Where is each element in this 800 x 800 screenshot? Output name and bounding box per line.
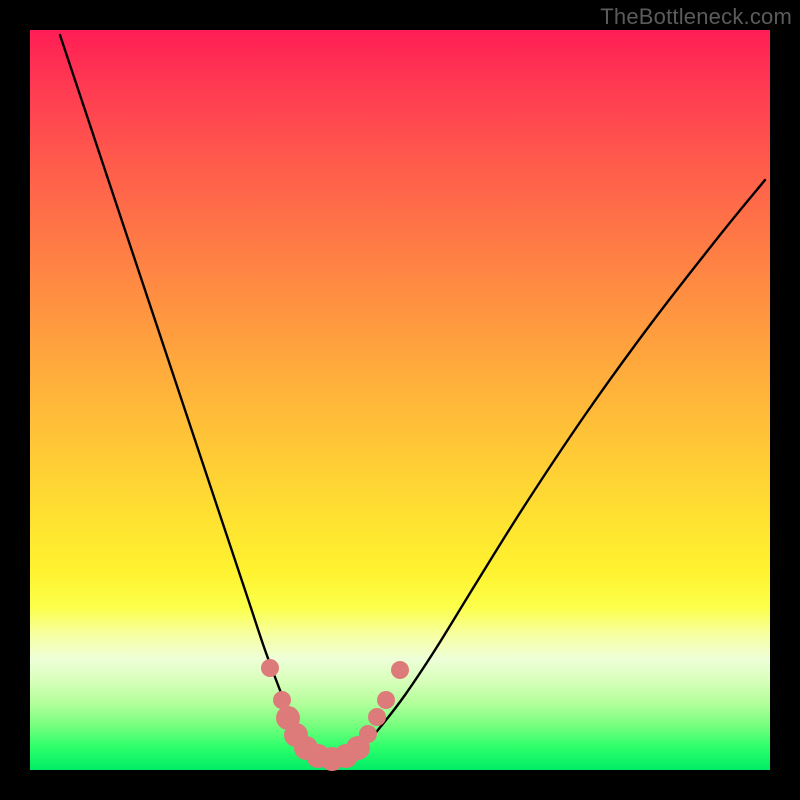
curve-markers <box>261 659 409 771</box>
curve-marker <box>391 661 409 679</box>
chart-frame: TheBottleneck.com <box>0 0 800 800</box>
curve-marker <box>368 708 386 726</box>
chart-svg <box>30 30 770 770</box>
curve-marker <box>377 691 395 709</box>
curve-marker <box>359 725 377 743</box>
bottleneck-curve-line <box>60 35 765 758</box>
curve-marker <box>261 659 279 677</box>
watermark-text: TheBottleneck.com <box>600 4 792 30</box>
